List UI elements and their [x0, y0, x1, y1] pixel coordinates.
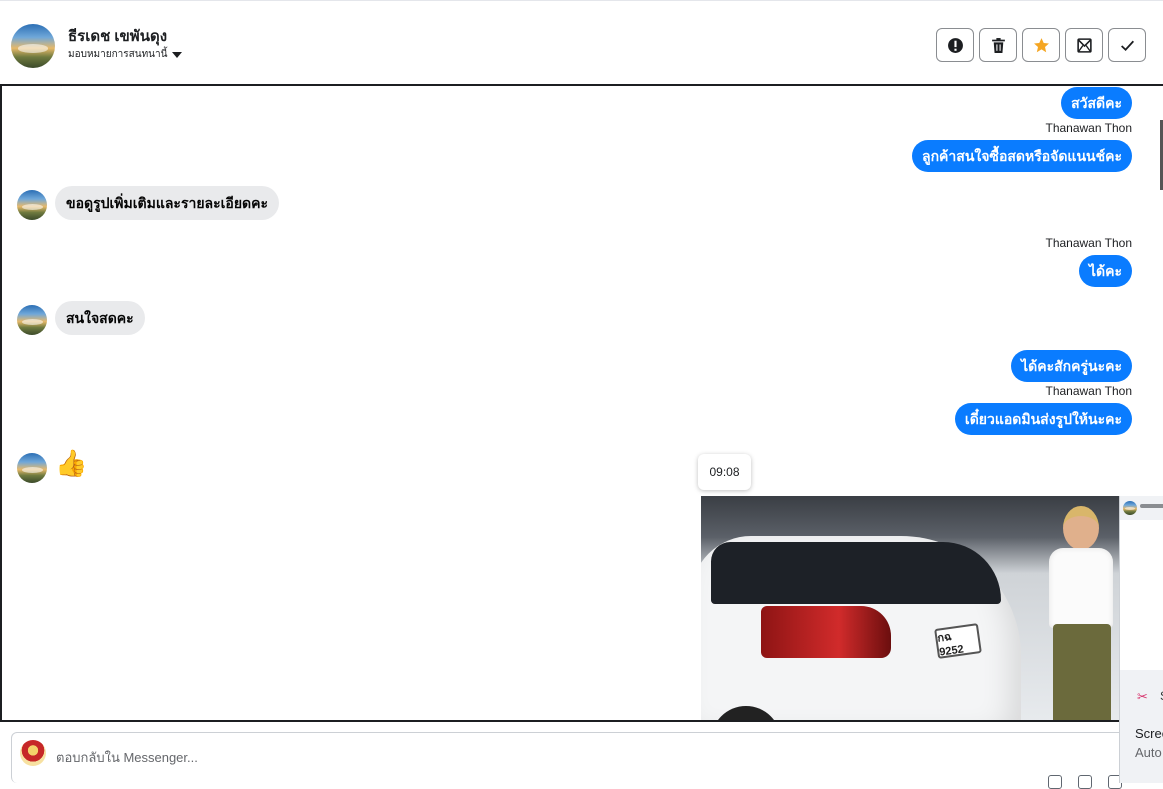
star-button[interactable]	[1022, 28, 1060, 62]
image-icon[interactable]	[1078, 775, 1092, 789]
side-notification-panel[interactable]: ✂ S Scree Auto	[1119, 496, 1163, 783]
sender-name: Thanawan Thon	[1045, 121, 1132, 135]
caret-down-icon	[172, 51, 183, 58]
outgoing-message[interactable]: ได้คะสักครู่นะคะ	[1011, 350, 1132, 382]
contact-avatar-small[interactable]	[17, 190, 47, 220]
page-avatar	[20, 740, 46, 766]
message-thread[interactable]: สวัสดีคะ Thanawan Thon ลูกค้าสนใจซื้อสดห…	[0, 84, 1163, 722]
done-button[interactable]	[1108, 28, 1146, 62]
incoming-message[interactable]: สนใจสดคะ	[55, 301, 145, 335]
car-image: กฉ 9252	[701, 536, 1021, 720]
sender-name: Thanawan Thon	[1045, 384, 1132, 398]
conversation-header: ธีรเดช เขพันดุง มอบหมายการสนทนานี้	[0, 0, 1163, 84]
mini-avatar	[1123, 501, 1137, 515]
incoming-message[interactable]: ขอดูรูปเพิ่มเติมและรายละเอียดคะ	[55, 186, 280, 220]
spam-button[interactable]	[936, 28, 974, 62]
check-icon	[1120, 40, 1134, 51]
contact-avatar[interactable]	[11, 24, 55, 68]
contact-avatar-small[interactable]	[17, 453, 47, 483]
assign-label: มอบหมายการสนทนานี้	[68, 49, 168, 60]
snipping-icon: ✂	[1137, 689, 1148, 704]
thumbs-up-icon[interactable]: 👍	[55, 448, 87, 479]
alert-icon	[947, 37, 963, 53]
sender-name: Thanawan Thon	[1045, 236, 1132, 250]
reply-input[interactable]: ตอบกลับใน Messenger...	[56, 747, 198, 768]
attached-photo[interactable]: กฉ 9252	[701, 496, 1123, 720]
star-icon	[1033, 37, 1049, 52]
envelope-icon	[1076, 37, 1092, 53]
reply-composer[interactable]: ตอบกลับใน Messenger...	[11, 732, 1131, 789]
delete-button[interactable]	[979, 28, 1017, 62]
outgoing-message[interactable]: สวัสดีคะ	[1061, 87, 1132, 119]
trash-icon	[991, 37, 1005, 53]
contact-avatar-small[interactable]	[17, 305, 47, 335]
conversation-actions	[936, 28, 1146, 62]
mark-unread-button[interactable]	[1065, 28, 1103, 62]
outgoing-message[interactable]: ลูกค้าสนใจซื้อสดหรือจัดแนนช์คะ	[912, 140, 1132, 172]
outgoing-message[interactable]: เดี๋ยวแอดมินส่งรูปให้นะคะ	[954, 403, 1132, 435]
assign-conversation-dropdown[interactable]: มอบหมายการสนทนานี้	[68, 47, 183, 62]
panel-title: Scree	[1135, 726, 1163, 741]
attach-icon[interactable]	[1048, 775, 1062, 789]
panel-preview	[1120, 520, 1163, 670]
mini-text-line	[1140, 504, 1163, 508]
contact-name[interactable]: ธีรเดช เขพันดุง	[68, 24, 167, 48]
timestamp-tooltip: 09:08	[698, 454, 751, 490]
outgoing-message[interactable]: ได้คะ	[1078, 255, 1132, 287]
panel-subtitle: Auto	[1135, 745, 1162, 760]
composer-tools	[1048, 775, 1122, 789]
person-image	[1041, 506, 1121, 720]
license-plate: กฉ 9252	[934, 623, 982, 659]
